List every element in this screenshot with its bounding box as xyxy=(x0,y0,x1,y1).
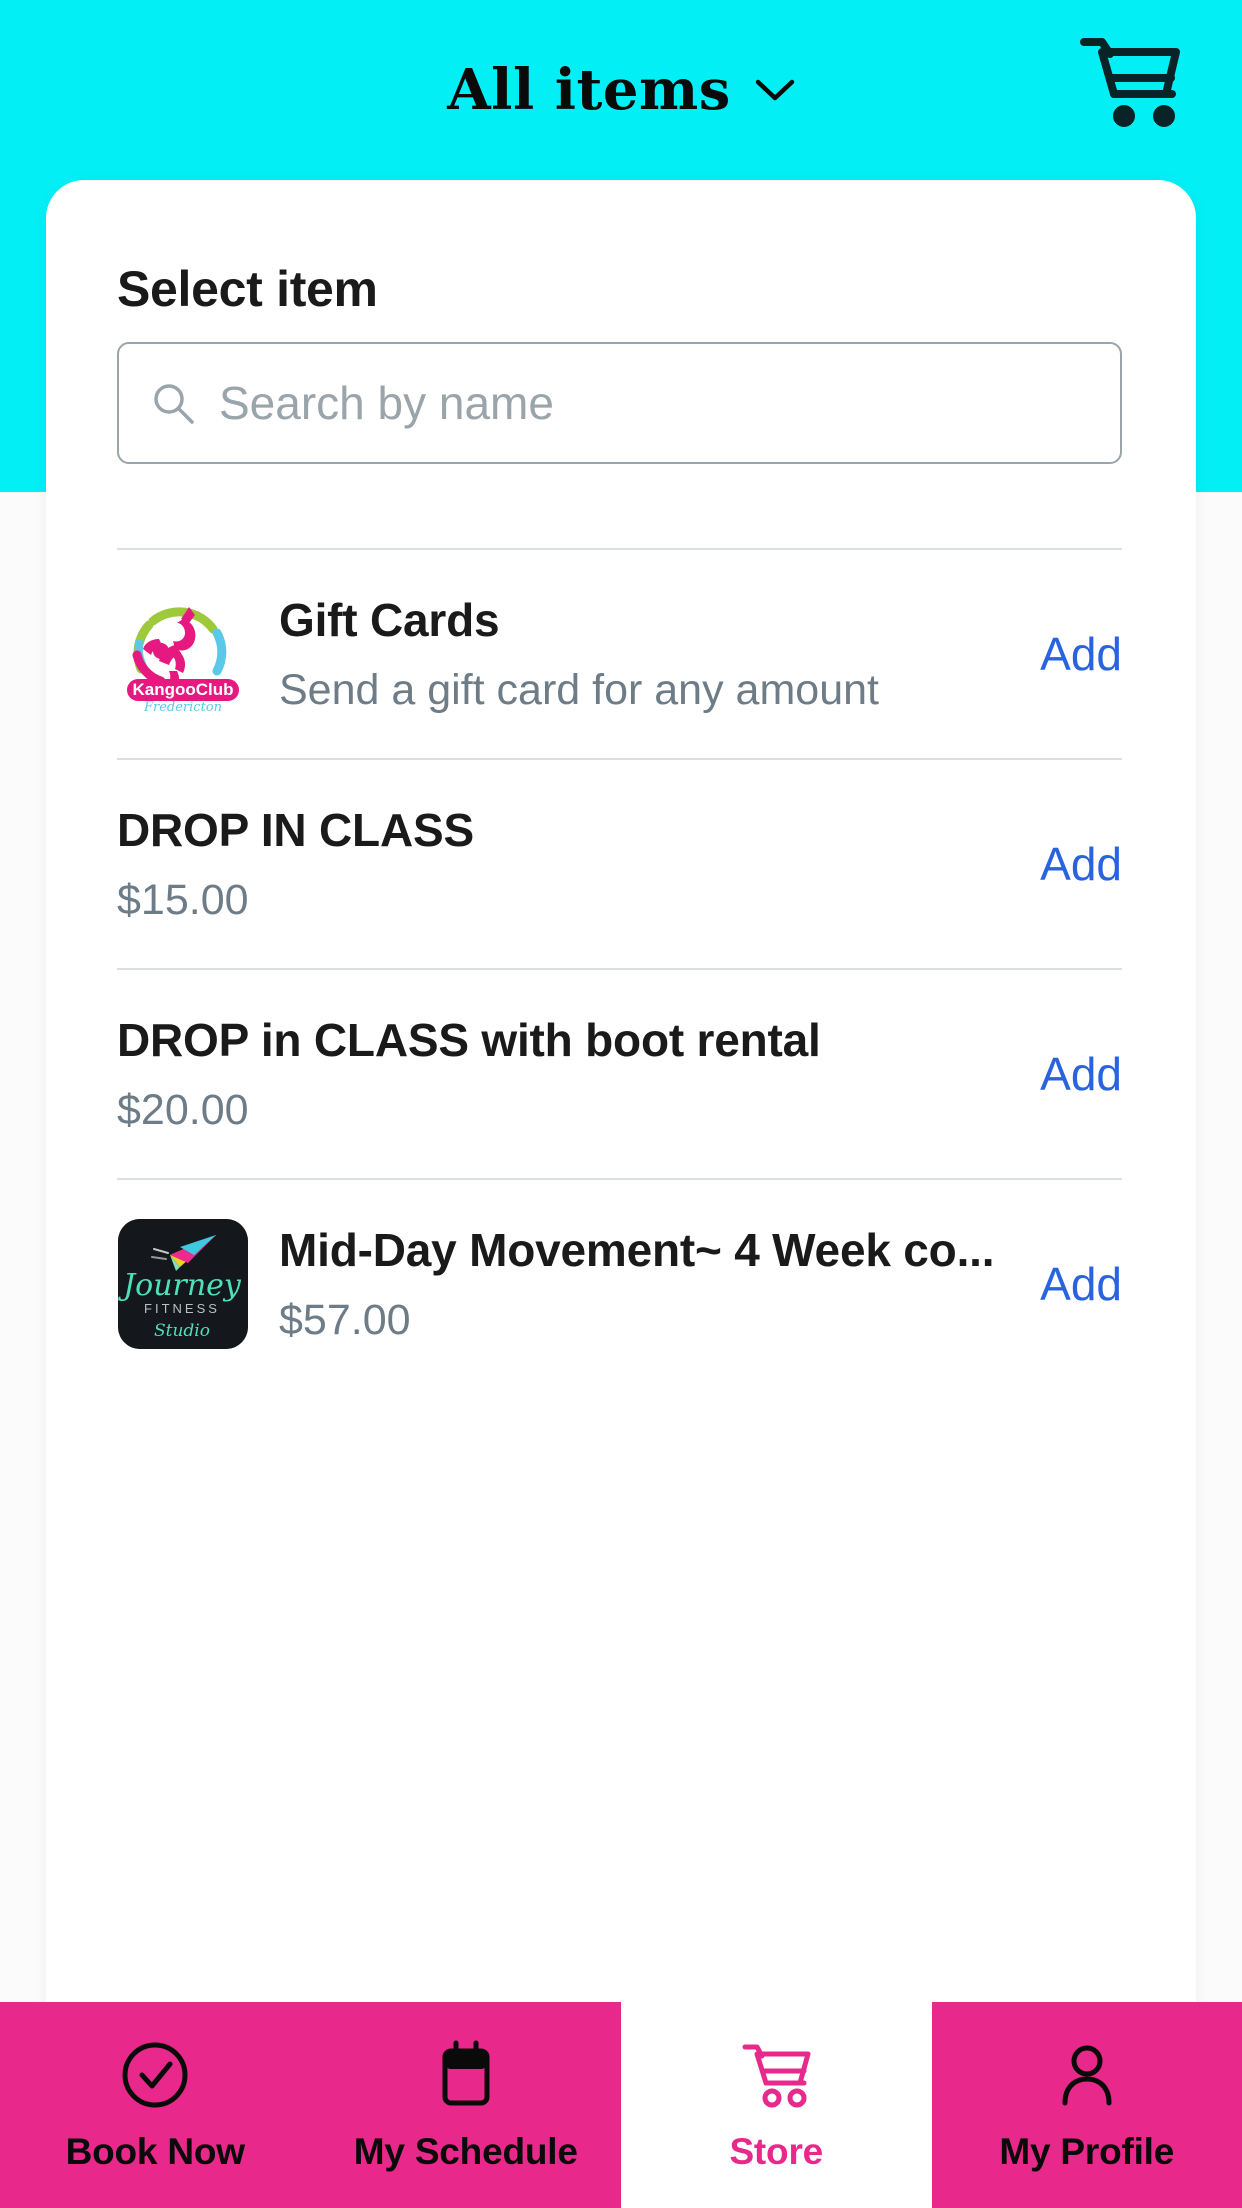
item-subtitle: Send a gift card for any amount xyxy=(279,665,879,714)
bottom-navigation: Book Now My Schedule Store My Profile xyxy=(0,2002,1242,2208)
item-text: Mid-Day Movement~ 4 Week co... $57.00 xyxy=(279,1221,1032,1348)
app-screen: All items Select item Search by name Kan… xyxy=(0,0,1242,2208)
item-title: Mid-Day Movement~ 4 Week co... xyxy=(279,1223,995,1276)
nav-label: Book Now xyxy=(65,2131,245,2172)
nav-tab-store[interactable]: Store xyxy=(621,2002,932,2208)
svg-text:Fredericton: Fredericton xyxy=(143,700,222,713)
nav-tab-book-now[interactable]: Book Now xyxy=(0,2002,311,2208)
nav-tab-my-profile[interactable]: My Profile xyxy=(931,2002,1242,2208)
journey-fitness-studio-logo-icon: Journey FITNESS Studio xyxy=(118,1219,248,1349)
nav-label: Store xyxy=(729,2131,824,2172)
search-field[interactable]: Search by name xyxy=(117,342,1122,464)
item-price: $20.00 xyxy=(117,1085,249,1134)
item-thumbnail: KangooClub Fredericton xyxy=(117,588,249,720)
item-text: DROP in CLASS with boot rental $20.00 xyxy=(117,1011,1032,1138)
kangooclub-fredericton-logo-icon: KangooClub Fredericton xyxy=(117,595,249,715)
item-list: KangooClub Fredericton Gift Cards Send a… xyxy=(117,548,1122,1388)
search-input-placeholder[interactable]: Search by name xyxy=(219,376,554,430)
all-items-dropdown[interactable]: All items xyxy=(447,57,795,123)
sheet-title: Select item xyxy=(117,261,378,317)
page-title: All items xyxy=(447,57,731,123)
item-price: $15.00 xyxy=(117,875,249,924)
cart-button[interactable] xyxy=(1076,32,1184,132)
item-thumbnail: Journey FITNESS Studio xyxy=(117,1218,249,1350)
list-item[interactable]: DROP IN CLASS $15.00 Add xyxy=(117,760,1122,968)
item-title: DROP in CLASS with boot rental xyxy=(117,1013,821,1066)
add-button[interactable]: Add xyxy=(1032,1047,1122,1101)
list-item[interactable]: KangooClub Fredericton Gift Cards Send a… xyxy=(117,550,1122,758)
add-button[interactable]: Add xyxy=(1032,837,1122,891)
list-item[interactable]: Journey FITNESS Studio Mid-Day Movement~… xyxy=(117,1180,1122,1388)
item-text: Gift Cards Send a gift card for any amou… xyxy=(279,591,1032,718)
list-item[interactable]: DROP in CLASS with boot rental $20.00 Ad… xyxy=(117,970,1122,1178)
item-title: Gift Cards xyxy=(279,593,500,646)
search-icon xyxy=(149,379,197,427)
nav-label: My Schedule xyxy=(353,2131,578,2172)
item-selection-sheet: Select item Search by name KangooClub Fr… xyxy=(46,180,1196,2036)
header-bar: All items xyxy=(0,0,1242,180)
svg-text:Studio: Studio xyxy=(154,1321,210,1341)
nav-label: My Profile xyxy=(999,2131,1175,2172)
svg-text:KangooClub: KangooClub xyxy=(132,680,233,699)
chevron-down-icon[interactable] xyxy=(755,78,795,102)
svg-text:Journey: Journey xyxy=(118,1268,242,1303)
nav-tab-my-schedule[interactable]: My Schedule xyxy=(310,2002,621,2208)
svg-text:FITNESS: FITNESS xyxy=(144,1301,220,1316)
item-title: DROP IN CLASS xyxy=(117,803,474,856)
item-text: DROP IN CLASS $15.00 xyxy=(117,801,1032,928)
check-circle-icon xyxy=(117,2037,193,2113)
person-icon xyxy=(1049,2037,1125,2113)
item-price: $57.00 xyxy=(279,1295,411,1344)
calendar-icon xyxy=(428,2037,504,2113)
add-button[interactable]: Add xyxy=(1032,627,1122,681)
add-button[interactable]: Add xyxy=(1032,1257,1122,1311)
shopping-cart-icon xyxy=(738,2037,814,2113)
